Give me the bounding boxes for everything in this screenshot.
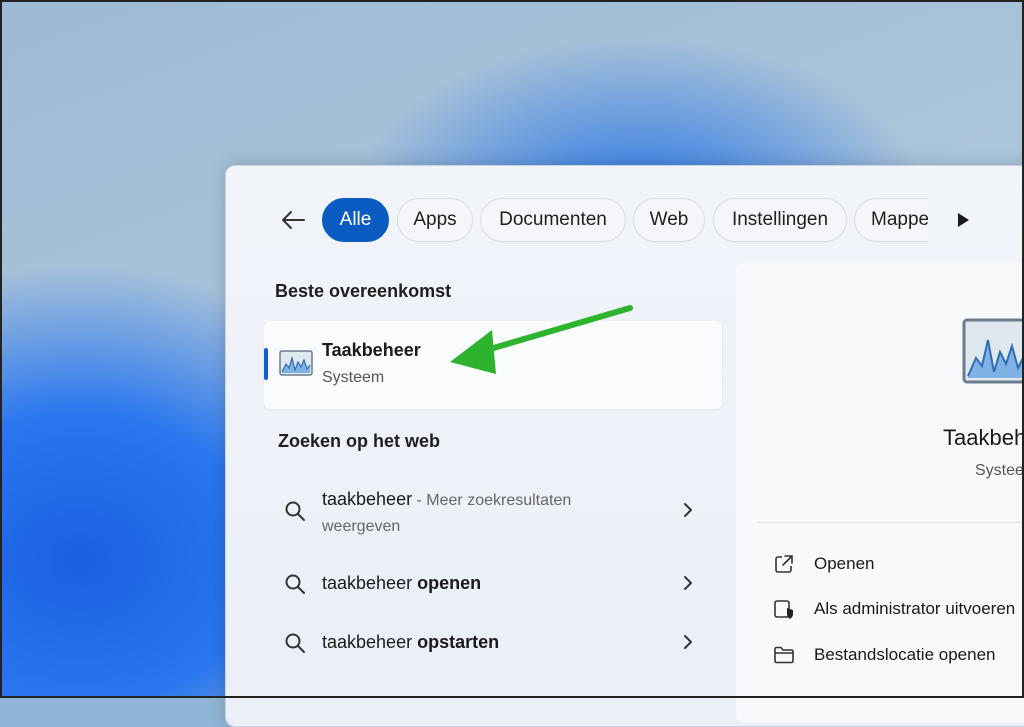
tab-web[interactable]: Web xyxy=(633,198,705,242)
play-triangle-icon xyxy=(958,213,969,227)
task-manager-large-icon xyxy=(962,318,1024,384)
tab-alle[interactable]: Alle xyxy=(322,198,389,242)
action-open-file-location[interactable]: Bestandslocatie openen xyxy=(772,642,995,668)
annotation-arrow xyxy=(450,305,633,374)
action-open[interactable]: Openen xyxy=(772,551,875,577)
web-search-heading: Zoeken op het web xyxy=(278,431,441,451)
scroll-tabs-button[interactable] xyxy=(952,208,974,232)
folder-icon xyxy=(774,646,794,664)
web-result-1-text: taakbeheer - Meer zoekresultaten xyxy=(322,489,572,509)
back-button[interactable] xyxy=(280,205,306,235)
search-icon xyxy=(285,633,305,653)
web-result-1-line2: weergeven xyxy=(322,518,401,535)
tab-apps[interactable]: Apps xyxy=(397,198,473,242)
action-open-file-location-label: Bestandslocatie openen xyxy=(814,645,996,664)
web-result-2-text: taakbeheer openen xyxy=(322,573,482,593)
search-icon xyxy=(285,574,305,594)
detail-divider xyxy=(757,522,1024,523)
tab-documenten[interactable]: Documenten xyxy=(480,198,626,242)
action-open-label: Openen xyxy=(814,554,875,573)
detail-title: Taakbehe xyxy=(943,425,1024,450)
selection-indicator xyxy=(264,348,268,380)
action-run-as-admin-label: Als administrator uitvoeren xyxy=(814,599,1016,618)
search-icon xyxy=(285,501,305,521)
best-match-type: Systeem xyxy=(322,369,385,386)
open-external-icon xyxy=(775,555,793,573)
action-run-as-admin[interactable]: Als administrator uitvoeren xyxy=(772,596,1015,622)
shield-run-icon xyxy=(774,600,793,619)
task-manager-icon xyxy=(279,350,313,376)
chevron-right-icon xyxy=(684,503,692,517)
chevron-right-icon xyxy=(684,576,692,590)
best-match-heading: Beste overeenkomst xyxy=(275,281,452,301)
web-result-3-text: taakbeheer opstarten xyxy=(322,632,500,652)
best-match-name: Taakbeheer xyxy=(322,340,421,360)
tab-instellingen[interactable]: Instellingen xyxy=(713,198,847,242)
back-arrow-icon xyxy=(282,211,305,229)
tab-mappen[interactable]: Mappe xyxy=(854,198,928,242)
detail-subtitle: Systee xyxy=(975,462,1024,479)
chevron-right-icon xyxy=(684,635,692,649)
